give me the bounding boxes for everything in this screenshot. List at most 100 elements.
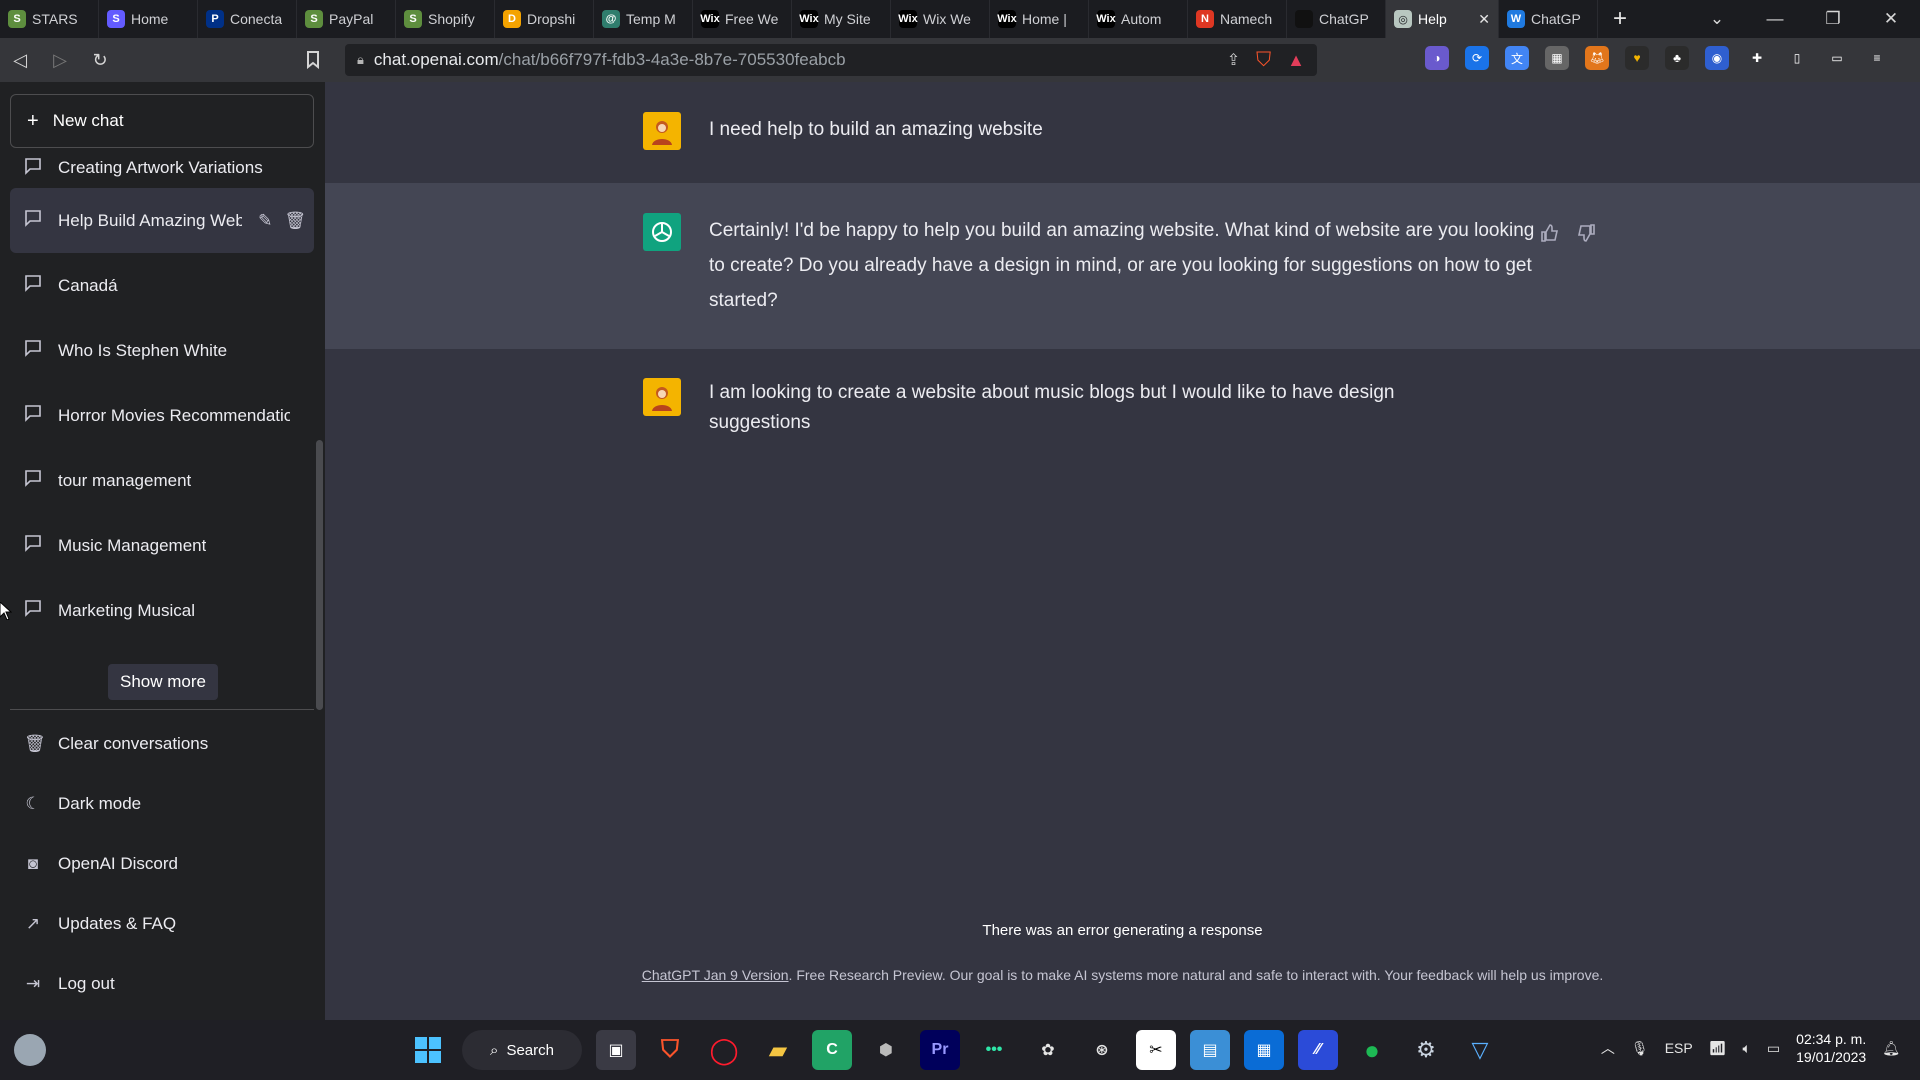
plus-icon: + xyxy=(27,109,39,132)
sidebar-menu-item[interactable]: ⇥ Log out xyxy=(10,954,314,1014)
conversation-label: Creating Artwork Variations xyxy=(58,158,263,177)
app-icon[interactable]: ▤ xyxy=(1190,1030,1230,1070)
tab-0[interactable]: S STARS xyxy=(0,0,99,38)
conversation-item[interactable]: Marketing Musical xyxy=(10,578,314,643)
premiere-pro-icon[interactable]: Pr xyxy=(920,1030,960,1070)
taskbar-search[interactable]: ⌕ Search xyxy=(462,1030,582,1070)
sidebar-menu-item[interactable]: 🗑︎ Clear conversations xyxy=(10,714,314,774)
settings-gear-icon[interactable]: ⚙ xyxy=(1406,1030,1446,1070)
tab-active-chatgpt[interactable]: ◎ Help ✕ xyxy=(1386,0,1499,38)
conversation-item[interactable]: tour management xyxy=(10,448,314,513)
extension-icon[interactable]: ♥ xyxy=(1625,46,1649,70)
thumbs-up-icon[interactable] xyxy=(1540,223,1560,248)
tab-2[interactable]: P Conecta xyxy=(198,0,297,38)
volume-icon[interactable]: 🔈︎ xyxy=(1743,1040,1751,1057)
tab-8[interactable]: Wix My Site xyxy=(792,0,891,38)
discord-icon: ◙ xyxy=(27,854,39,873)
share-icon[interactable]: ⇪ xyxy=(1227,50,1240,70)
trash-icon[interactable]: 🗑︎ xyxy=(284,211,306,231)
sidebar-menu-item[interactable]: ☾ Dark mode xyxy=(10,774,314,834)
menu-icon[interactable]: ≡ xyxy=(1865,46,1889,70)
conversation-item[interactable]: Who Is Stephen White xyxy=(10,318,314,383)
tab-1[interactable]: S Home xyxy=(99,0,198,38)
tab-3[interactable]: S PayPal xyxy=(297,0,396,38)
tab-chatgpt-2[interactable]: W ChatGP xyxy=(1499,0,1598,38)
tab-label: Free We xyxy=(725,11,779,27)
app-icon[interactable]: ▽ xyxy=(1460,1030,1500,1070)
user-avatar xyxy=(643,112,681,150)
extension-icon[interactable]: ◉ xyxy=(1705,46,1729,70)
app-icon[interactable]: ⬢ xyxy=(866,1030,906,1070)
sidebar-toggle-icon[interactable]: ▯ xyxy=(1785,46,1809,70)
file-explorer-icon[interactable]: ▰ xyxy=(758,1030,798,1070)
app-icon[interactable]: ⊛ xyxy=(1082,1030,1122,1070)
wallet-icon[interactable]: ▭ xyxy=(1825,46,1849,70)
tab-label: Help xyxy=(1418,11,1447,27)
clock[interactable]: 02:34 p. m. 19/01/2023 xyxy=(1796,1030,1866,1066)
extension-icon[interactable]: ♣ xyxy=(1665,46,1689,70)
conversation-item[interactable]: Canadá xyxy=(10,253,314,318)
tab-9[interactable]: Wix Wix We xyxy=(891,0,990,38)
microphone-icon[interactable]: 🎙︎ xyxy=(1631,1040,1649,1057)
extension-icon[interactable]: ▦ xyxy=(1545,46,1569,70)
windows-start-icon[interactable] xyxy=(408,1030,448,1070)
sidebar-scrollbar[interactable] xyxy=(316,440,323,710)
tab-7[interactable]: Wix Free We xyxy=(693,0,792,38)
conversation-item[interactable]: Music Management xyxy=(10,513,314,578)
address-bar[interactable]: 🔒︎ chat.openai.com/chat/b66f797f-fdb3-4a… xyxy=(345,44,1317,76)
tab-6[interactable]: @ Temp M xyxy=(594,0,693,38)
wifi-icon[interactable]: 📶︎ xyxy=(1709,1040,1727,1057)
weather-widget-icon[interactable] xyxy=(14,1034,46,1066)
app-icon[interactable]: ••• xyxy=(974,1030,1014,1070)
thumbs-down-icon[interactable] xyxy=(1576,223,1596,248)
notification-icon[interactable]: 🔔︎ xyxy=(1882,1040,1900,1057)
battery-icon[interactable]: ▭ xyxy=(1767,1040,1780,1057)
sidebar-menu-item[interactable]: ↗ Updates & FAQ xyxy=(10,894,314,954)
sidebar-menu-item[interactable]: ◙ OpenAI Discord xyxy=(10,834,314,894)
davinci-resolve-icon[interactable]: ✿ xyxy=(1028,1030,1068,1070)
brave-rewards-icon[interactable]: ▲ xyxy=(1287,50,1305,71)
bookmark-icon[interactable] xyxy=(293,40,333,80)
metamask-icon[interactable]: 🦊︎ xyxy=(1585,46,1609,70)
edit-icon[interactable]: ✎ xyxy=(258,211,272,231)
tab-10[interactable]: Wix Home | xyxy=(990,0,1089,38)
close-tab-icon[interactable]: ✕ xyxy=(1478,11,1490,28)
translate-icon[interactable]: 文 xyxy=(1505,46,1529,70)
brave-shields-icon[interactable]: ⛉ xyxy=(1256,49,1271,72)
tab-5[interactable]: D Dropshi xyxy=(495,0,594,38)
minimize-icon[interactable]: — xyxy=(1746,9,1804,29)
version-link[interactable]: ChatGPT Jan 9 Version xyxy=(642,967,789,983)
new-chat-button[interactable]: + New chat xyxy=(10,94,314,148)
maximize-icon[interactable]: ❐ xyxy=(1804,9,1862,29)
conversation-item[interactable]: Help Build Amazing Website ✎ 🗑︎ xyxy=(10,188,314,253)
tab-12[interactable]: N Namech xyxy=(1188,0,1287,38)
extension-icon[interactable]: ◑ xyxy=(1425,46,1449,70)
forward-icon[interactable]: ▷ xyxy=(40,40,80,80)
spotify-icon[interactable]: ● xyxy=(1352,1030,1392,1070)
reload-icon[interactable]: ↻ xyxy=(80,40,120,80)
tab-search-icon[interactable]: ⌄ xyxy=(1688,9,1746,29)
close-window-icon[interactable]: ✕ xyxy=(1862,9,1920,29)
lock-icon: 🔒︎ xyxy=(357,52,364,67)
tab-11[interactable]: Wix Autom xyxy=(1089,0,1188,38)
app-icon[interactable]: ⁄⁄ xyxy=(1298,1030,1338,1070)
opera-icon[interactable]: ◯ xyxy=(704,1030,744,1070)
brave-browser-icon[interactable]: ⛉ xyxy=(650,1030,690,1070)
microsoft-store-icon[interactable]: ▦ xyxy=(1244,1030,1284,1070)
clock-date: 19/01/2023 xyxy=(1796,1049,1867,1065)
language-indicator[interactable]: ESP xyxy=(1665,1040,1693,1056)
capcut-icon[interactable]: ✂ xyxy=(1136,1030,1176,1070)
show-more-button[interactable]: Show more xyxy=(108,664,218,700)
chevron-up-icon[interactable]: ︿ xyxy=(1601,1038,1615,1058)
new-tab-button[interactable]: + xyxy=(1598,0,1642,38)
conversation-item[interactable]: Creating Artwork Variations xyxy=(10,148,314,188)
task-view-icon[interactable]: ▣ xyxy=(596,1030,636,1070)
tab-13[interactable]: ChatGP xyxy=(1287,0,1386,38)
tab-4[interactable]: S Shopify xyxy=(396,0,495,38)
extension-icon[interactable]: ⟳ xyxy=(1465,46,1489,70)
app-icon[interactable]: C xyxy=(812,1030,852,1070)
back-icon[interactable]: ◁ xyxy=(0,40,40,80)
conversation-item[interactable]: Horror Movies Recommendations xyxy=(10,383,314,448)
paypal-icon: P xyxy=(206,10,224,28)
puzzle-extensions-icon[interactable]: ✚ xyxy=(1745,46,1769,70)
